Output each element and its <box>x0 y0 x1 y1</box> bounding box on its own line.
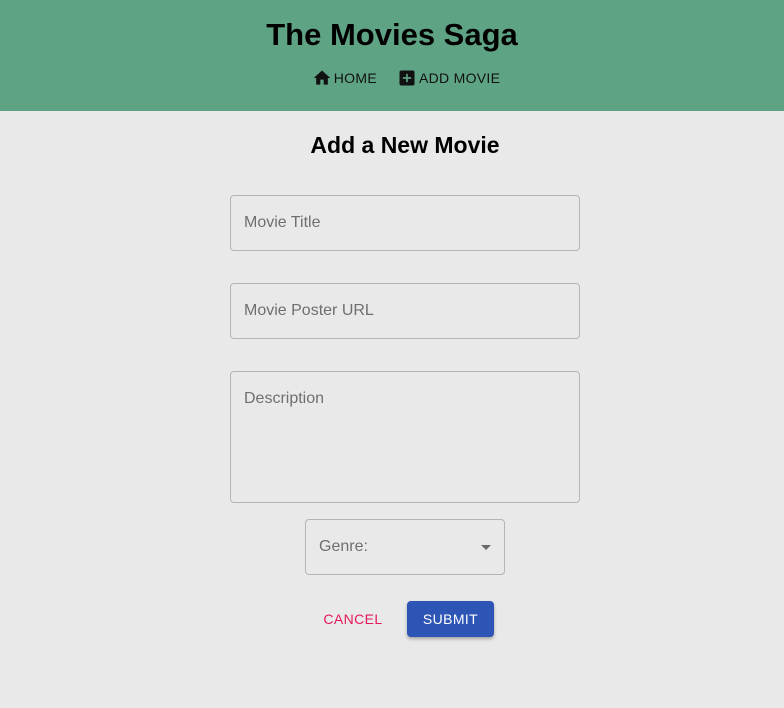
app-title: The Movies Saga <box>266 17 518 52</box>
nav-add-movie-label: ADD MOVIE <box>418 70 501 86</box>
nav-home-link[interactable]: HOME <box>312 68 377 88</box>
cancel-button[interactable]: CANCEL <box>314 601 392 637</box>
movie-title-input[interactable] <box>230 195 580 251</box>
genre-select-label: Genre: <box>319 538 368 555</box>
dropdown-arrow-icon <box>481 545 491 550</box>
nav-home-label: HOME <box>333 70 377 86</box>
main-nav: HOME ADD MOVIE <box>0 68 784 88</box>
add-box-icon <box>397 68 417 88</box>
page-title: Add a New Movie <box>310 132 500 158</box>
movie-poster-url-input[interactable] <box>230 283 580 339</box>
app-header: The Movies Saga HOME ADD MOVIE <box>0 0 784 111</box>
home-icon <box>312 68 332 88</box>
description-textarea[interactable] <box>230 371 580 503</box>
submit-button[interactable]: SUBMIT <box>407 601 494 637</box>
nav-add-movie-link[interactable]: ADD MOVIE <box>397 68 500 88</box>
genre-select[interactable]: Genre: <box>305 519 505 575</box>
